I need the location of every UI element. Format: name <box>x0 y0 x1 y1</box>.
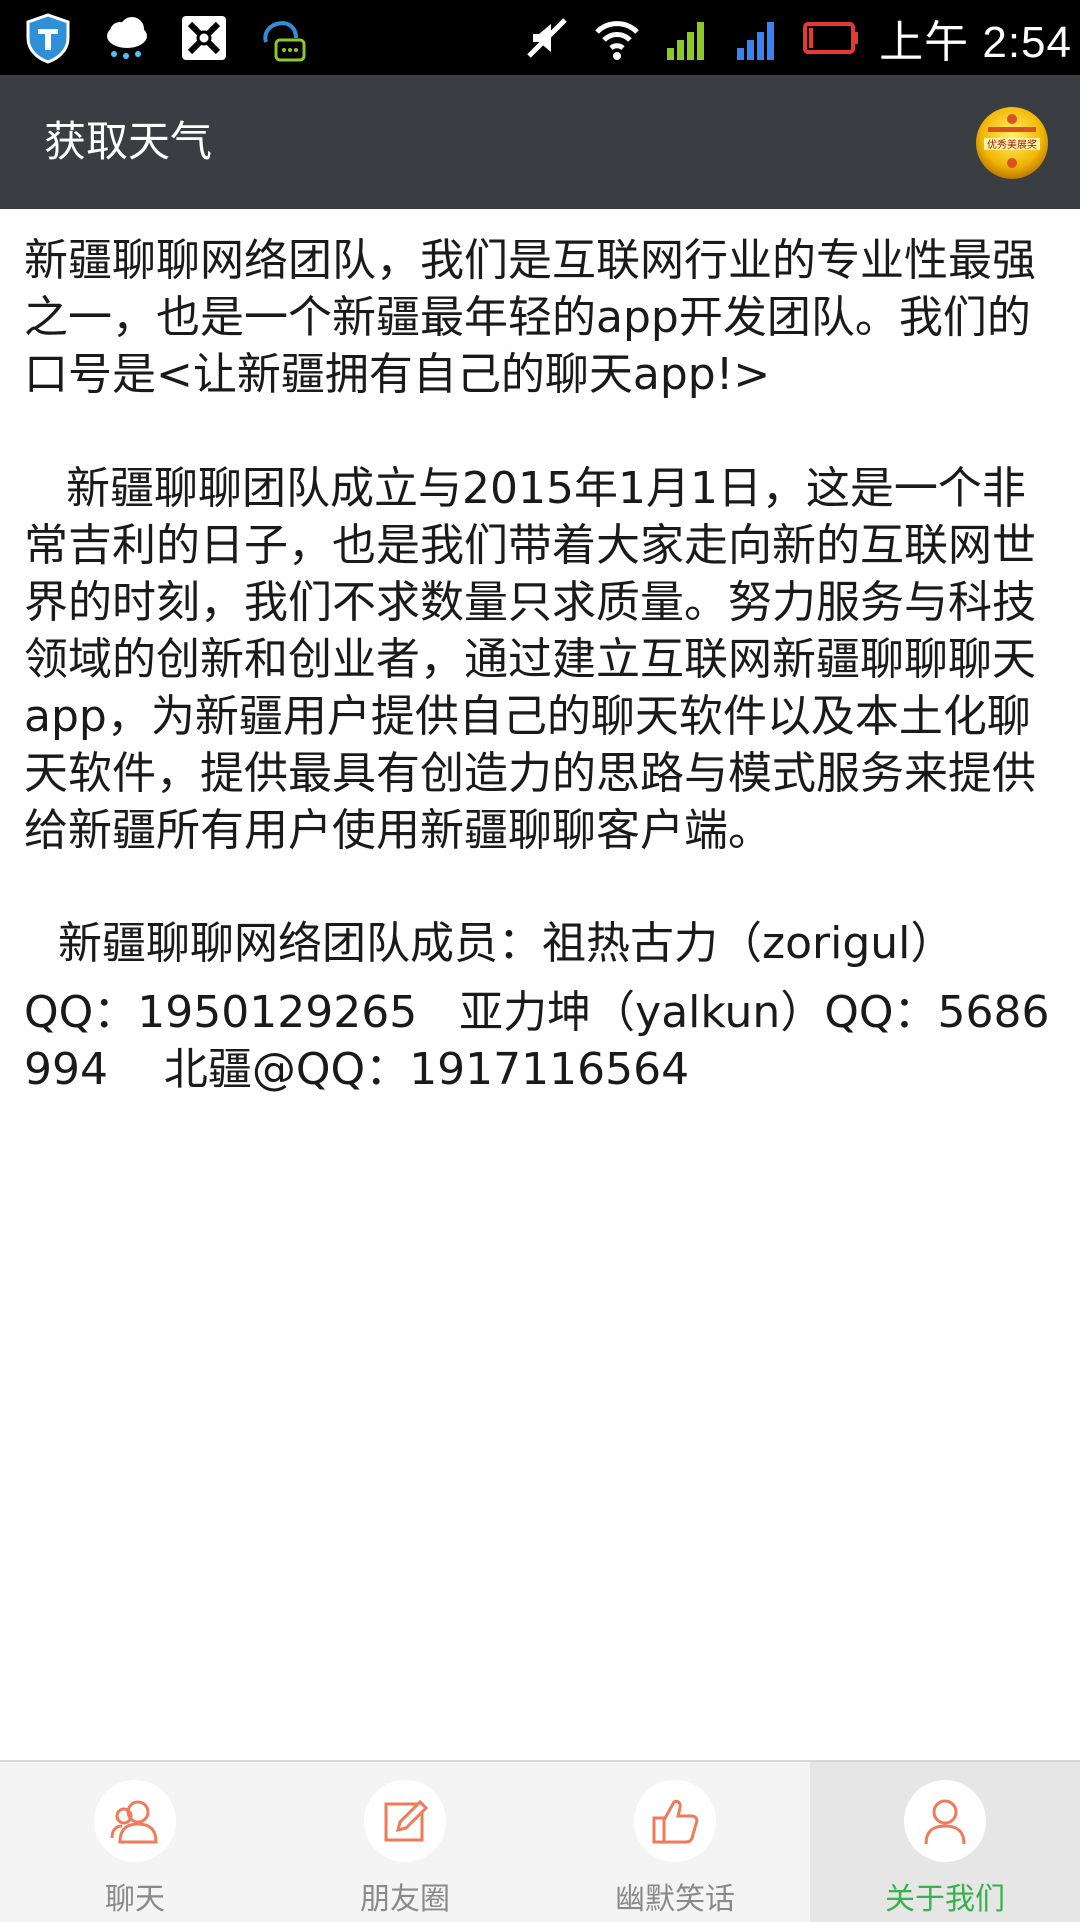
page-title: 获取天气 <box>44 117 213 166</box>
app-bar: 获取天气 优秀美展奖 <box>0 75 1080 209</box>
nav-item-chat[interactable]: 聊天 <box>0 1762 270 1922</box>
nav-label: 聊天 <box>105 1882 165 1917</box>
app-x-icon <box>182 16 226 60</box>
mute-icon <box>527 18 567 58</box>
battery-low-icon <box>803 22 859 54</box>
team-members-title: 新疆聊聊网络团队成员：祖热古力（zorigul） <box>58 918 955 969</box>
nav-icon-wrapper <box>364 1780 446 1862</box>
svg-text:优秀美展奖: 优秀美展奖 <box>987 138 1037 151</box>
about-content: 新疆聊聊网络团队，我们是互联网行业的专业性最强之一，也是一个新疆最年轻的app开… <box>24 232 1060 1098</box>
bottom-navigation: 聊天 朋友圈 幽默笑话 关于我们 <box>0 1760 1080 1922</box>
thumbs-up-icon <box>652 1799 699 1844</box>
user-group-icon <box>110 1800 158 1844</box>
status-bar-notifications <box>22 8 308 68</box>
shield-icon <box>26 13 70 64</box>
nav-item-about-us[interactable]: 关于我们 <box>810 1762 1080 1922</box>
intro-paragraph: 新疆聊聊网络团队，我们是互联网行业的专业性最强之一，也是一个新疆最年轻的app开… <box>24 235 1036 400</box>
team-members-contacts: QQ：1950129265 亚力坤（yalkun）QQ：5686994 北疆@Q… <box>24 987 1050 1095</box>
status-time: 上午 2:54 <box>879 18 1072 67</box>
nav-label: 朋友圈 <box>360 1882 450 1917</box>
nav-icon-wrapper <box>634 1780 716 1862</box>
history-paragraph: 新疆聊聊团队成立与2015年1月1日，这是一个非常吉利的日子，也是我们带着大家走… <box>24 463 1036 856</box>
edit-icon <box>384 1799 429 1842</box>
signal-icon <box>667 22 705 60</box>
nav-item-moments[interactable]: 朋友圈 <box>270 1762 540 1922</box>
weather-cloud-icon <box>107 17 147 59</box>
nav-icon-wrapper <box>904 1780 986 1862</box>
award-badge-icon[interactable]: 优秀美展奖 <box>974 105 1050 181</box>
nav-label: 幽默笑话 <box>615 1882 735 1917</box>
status-bar: 上午 2:54 <box>0 0 1080 75</box>
status-bar-system: 上午 2:54 <box>521 8 1072 68</box>
wifi-icon <box>595 21 639 60</box>
user-icon <box>924 1799 966 1845</box>
nav-label: 关于我们 <box>885 1882 1005 1917</box>
nav-item-jokes[interactable]: 幽默笑话 <box>540 1762 810 1922</box>
chat-bubble-icon <box>263 21 306 62</box>
nav-icon-wrapper <box>94 1780 176 1862</box>
signal-icon <box>737 22 775 60</box>
